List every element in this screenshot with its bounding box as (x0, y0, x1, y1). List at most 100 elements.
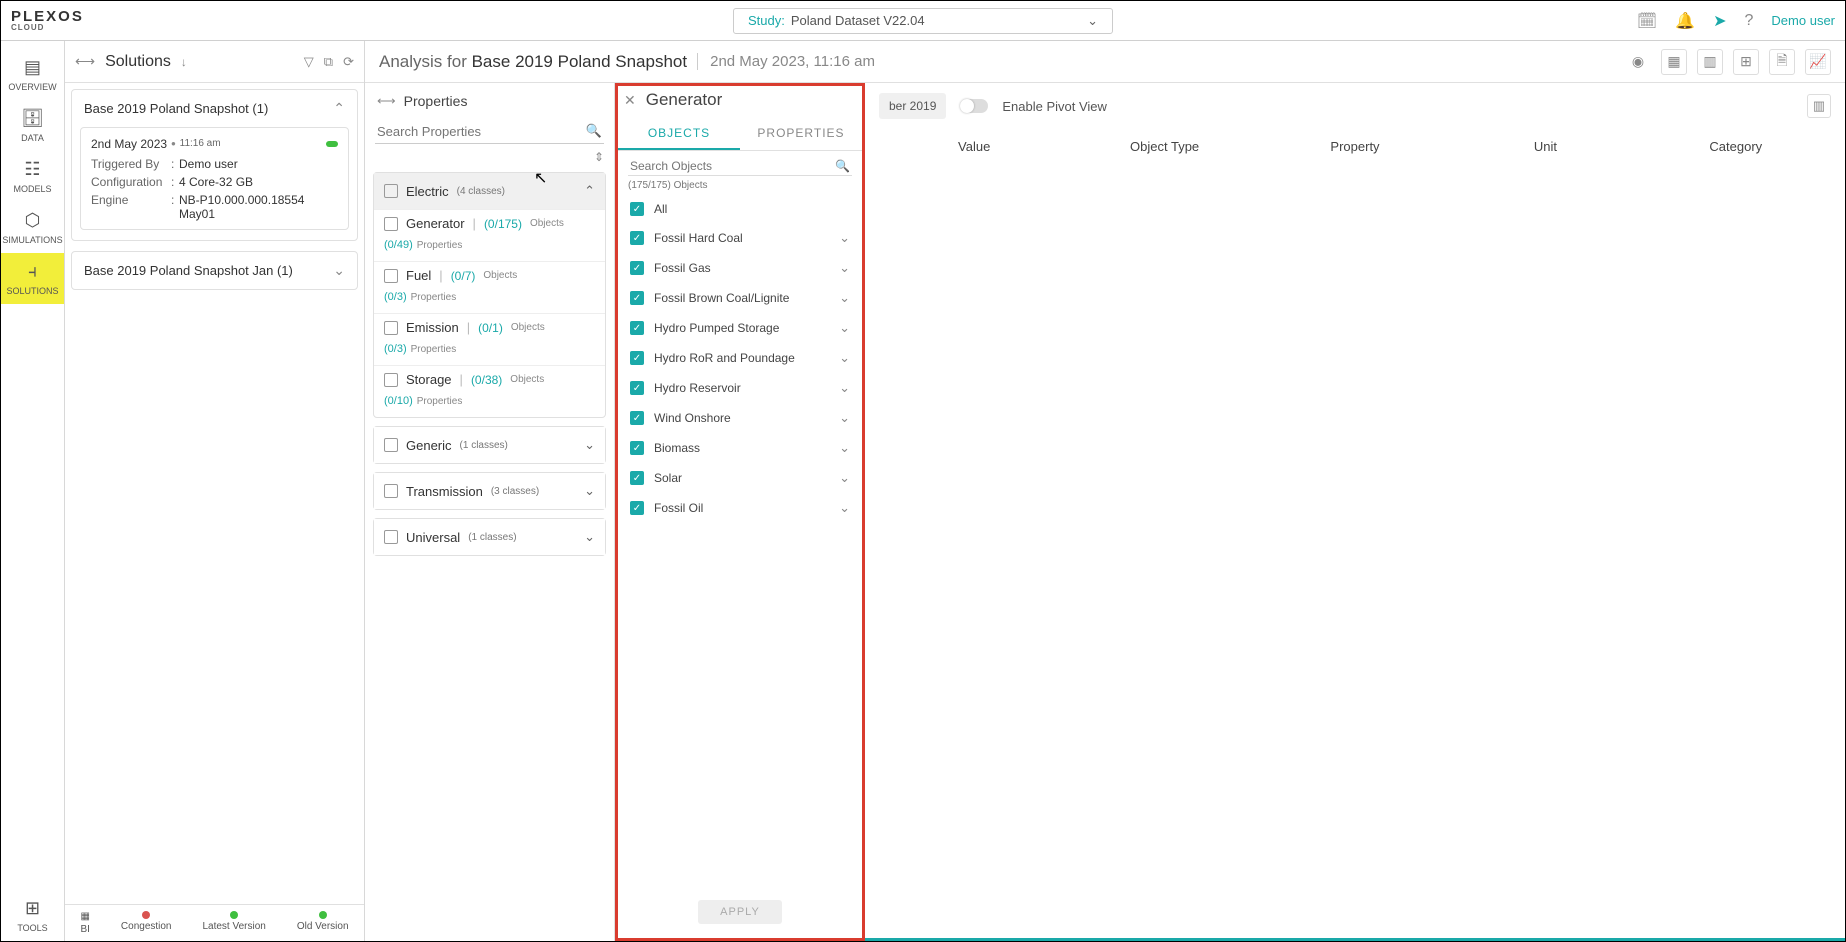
footer-latest[interactable]: Latest Version (202, 911, 265, 935)
rail-models[interactable]: ☷ MODELS (1, 151, 64, 202)
rail-tools[interactable]: ⊞ TOOLS (1, 890, 64, 941)
columns-icon[interactable]: ▥ (1807, 94, 1831, 118)
checkbox-checked[interactable]: ✓ (630, 441, 644, 455)
col-value[interactable]: Value (879, 139, 1069, 154)
search-input[interactable] (377, 124, 586, 139)
col-unit[interactable]: Unit (1450, 139, 1640, 154)
expand-all-icon[interactable]: ⇕ (365, 150, 614, 168)
object-row[interactable]: ✓Biomass⌄ (624, 433, 856, 463)
solution-run[interactable]: 2nd May 2023 • 11:16 am Triggered By:Dem… (80, 127, 349, 230)
sliders-icon[interactable]: ⟷ (377, 93, 396, 109)
rail-overview[interactable]: ▤ OVERVIEW (1, 49, 64, 100)
filter-icon[interactable]: ▽ (304, 54, 314, 70)
chevron-down-icon[interactable]: ⌄ (839, 320, 850, 336)
checkbox-checked[interactable]: ✓ (630, 231, 644, 245)
refresh-icon[interactable]: ⟳ (343, 54, 354, 70)
chevron-down-icon[interactable]: ⌄ (839, 440, 850, 456)
chevron-down-icon[interactable]: ⌄ (839, 260, 850, 276)
object-row[interactable]: ✓Fossil Oil⌄ (624, 493, 856, 523)
sort-icon[interactable]: ↓ (181, 55, 187, 69)
object-label: Fossil Gas (654, 261, 711, 275)
pivot-icon[interactable]: ⊞ (1733, 49, 1759, 75)
barchart-icon[interactable]: ▥ (1697, 49, 1723, 75)
checkbox[interactable] (384, 373, 398, 387)
class-obj-label: Objects (483, 270, 517, 281)
col-objtype[interactable]: Object Type (1069, 139, 1259, 154)
rail-simulations[interactable]: ⬡ SIMULATIONS (1, 202, 64, 253)
location-icon[interactable]: ◉ (1625, 49, 1651, 75)
object-row[interactable]: ✓Fossil Hard Coal⌄ (624, 223, 856, 253)
objects-search[interactable]: 🔍 (628, 157, 852, 176)
tab-properties[interactable]: PROPERTIES (740, 118, 862, 150)
checkbox[interactable] (384, 530, 398, 544)
class-fuel[interactable]: Fuel | (0/7) Objects (0/3)Properties (374, 261, 605, 313)
chevron-down-icon[interactable]: ⌄ (839, 380, 850, 396)
category-header[interactable]: Generic (1 classes) ⌄ (374, 427, 605, 463)
col-category[interactable]: Category (1641, 139, 1831, 154)
object-row[interactable]: ✓Hydro RoR and Poundage⌄ (624, 343, 856, 373)
col-property[interactable]: Property (1260, 139, 1450, 154)
checkbox-checked[interactable]: ✓ (630, 381, 644, 395)
checkbox[interactable] (384, 321, 398, 335)
apply-button[interactable]: APPLY (698, 900, 782, 924)
rail-data[interactable]: 🗄 DATA (1, 100, 64, 151)
sliders-icon[interactable]: ⟷ (75, 53, 95, 70)
props-stat: (0/49) (384, 239, 413, 251)
checkbox[interactable] (384, 217, 398, 231)
chevron-down-icon[interactable]: ⌄ (839, 500, 850, 516)
footer-bi[interactable]: ▦BI (80, 911, 89, 935)
object-row[interactable]: ✓Solar⌄ (624, 463, 856, 493)
checkbox-checked[interactable]: ✓ (630, 411, 644, 425)
footer-congestion[interactable]: Congestion (121, 911, 172, 935)
copy-icon[interactable]: 🗎 (1769, 49, 1795, 75)
category-header[interactable]: Universal (1 classes) ⌄ (374, 519, 605, 555)
run-date: 2nd May 2023 (91, 137, 167, 151)
gift-icon[interactable]: 🗓 (1637, 11, 1657, 31)
footer-old[interactable]: Old Version (297, 911, 349, 935)
user-label[interactable]: Demo user (1771, 13, 1835, 28)
object-row[interactable]: ✓All (624, 195, 856, 223)
class-generator[interactable]: Generator | (0/175) Objects (0/49)Proper… (374, 209, 605, 261)
chevron-down-icon[interactable]: ⌄ (839, 230, 850, 246)
checkbox[interactable] (384, 438, 398, 452)
checkbox-checked[interactable]: ✓ (630, 501, 644, 515)
checkbox-checked[interactable]: ✓ (630, 202, 644, 216)
chevron-down-icon[interactable]: ⌄ (839, 470, 850, 486)
chevron-down-icon[interactable]: ⌄ (839, 350, 850, 366)
properties-search[interactable]: 🔍 (375, 119, 604, 144)
checkbox-checked[interactable]: ✓ (630, 291, 644, 305)
object-row[interactable]: ✓ Fossil Gas ⌄ (624, 253, 856, 283)
share-icon[interactable]: ➤ (1713, 11, 1726, 31)
checkbox-checked[interactable]: ✓ (630, 321, 644, 335)
object-row[interactable]: ✓Hydro Pumped Storage⌄ (624, 313, 856, 343)
bell-icon[interactable]: 🔔 (1675, 11, 1695, 31)
solution-header[interactable]: Base 2019 Poland Snapshot Jan (1) ⌄ (72, 252, 357, 289)
pivot-toggle[interactable] (960, 99, 988, 113)
table-icon[interactable]: ▦ (1661, 49, 1687, 75)
checkbox[interactable] (384, 184, 398, 198)
category-header[interactable]: Electric (4 classes) ⌃ (374, 173, 605, 209)
object-row[interactable]: ✓Wind Onshore⌄ (624, 403, 856, 433)
chevron-down-icon[interactable]: ⌄ (839, 290, 850, 306)
class-emission[interactable]: Emission | (0/1) Objects (0/3)Properties (374, 313, 605, 365)
help-icon[interactable]: ? (1745, 12, 1754, 30)
study-selector[interactable]: Study: Poland Dataset V22.04 ⌄ (733, 8, 1113, 34)
checkbox[interactable] (384, 269, 398, 283)
checkbox[interactable] (384, 484, 398, 498)
date-segment[interactable]: ber 2019 (879, 93, 946, 119)
tab-objects[interactable]: OBJECTS (618, 118, 740, 150)
trend-icon[interactable]: 📈 (1805, 49, 1831, 75)
class-storage[interactable]: Storage | (0/38) Objects (0/10)Propertie… (374, 365, 605, 417)
chevron-down-icon[interactable]: ⌄ (839, 410, 850, 426)
rail-solutions[interactable]: ⫞ SOLUTIONS (1, 253, 64, 304)
checkbox-checked[interactable]: ✓ (630, 351, 644, 365)
solution-header[interactable]: Base 2019 Poland Snapshot (1) ⌃ (72, 90, 357, 127)
checkbox-checked[interactable]: ✓ (630, 261, 644, 275)
category-header[interactable]: Transmission (3 classes) ⌄ (374, 473, 605, 509)
checkbox-checked[interactable]: ✓ (630, 471, 644, 485)
object-row[interactable]: ✓Fossil Brown Coal/Lignite⌄ (624, 283, 856, 313)
close-icon[interactable]: ✕ (624, 92, 636, 109)
object-row[interactable]: ✓Hydro Reservoir⌄ (624, 373, 856, 403)
search-input[interactable] (630, 159, 835, 173)
copy-icon[interactable]: ⧉ (324, 54, 333, 70)
